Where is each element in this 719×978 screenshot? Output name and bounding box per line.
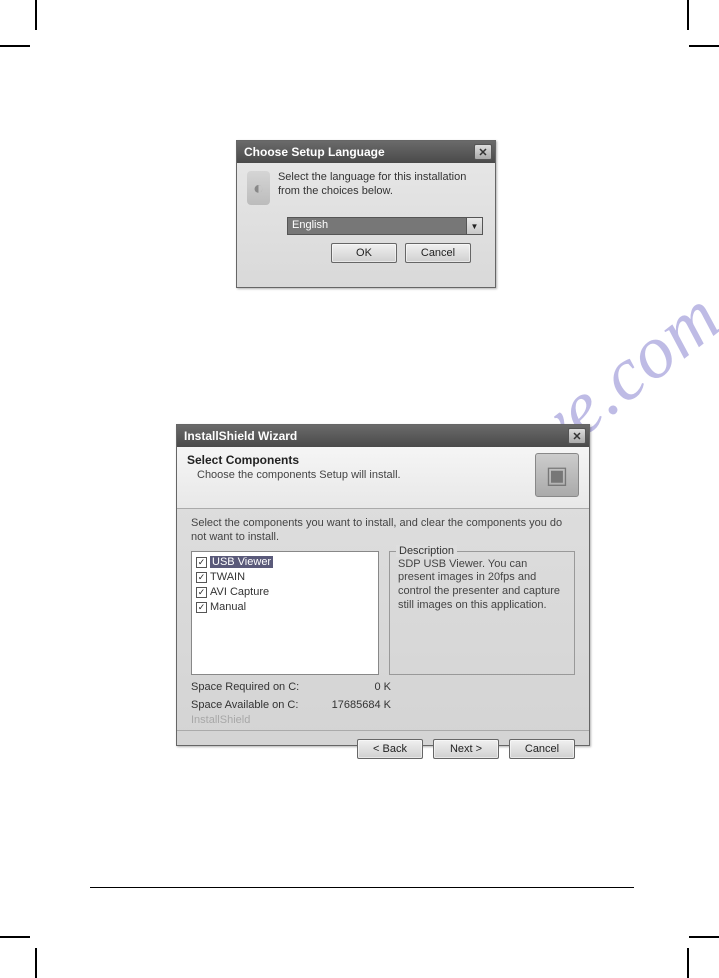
space-required-row: Space Required on C: 0 K — [191, 681, 391, 693]
crop-mark — [689, 45, 719, 47]
dialog-controls: English ▼ OK Cancel — [237, 213, 495, 271]
installer-icon: ▣ — [535, 453, 579, 497]
list-item[interactable]: ✓ AVI Capture — [196, 585, 374, 600]
checkbox-icon[interactable]: ✓ — [196, 587, 207, 598]
component-label: TWAIN — [210, 571, 245, 583]
component-label: Manual — [210, 601, 246, 613]
chevron-down-icon: ▼ — [466, 218, 482, 234]
space-available-row: Space Available on C: 17685684 K — [191, 699, 391, 711]
dialog-titlebar: Choose Setup Language ✕ — [237, 141, 495, 163]
crop-mark — [35, 948, 37, 978]
crop-mark — [689, 936, 719, 938]
list-item[interactable]: ✓ TWAIN — [196, 570, 374, 585]
component-list[interactable]: ✓ USB Viewer ✓ TWAIN ✓ AVI Capture ✓ Man… — [191, 551, 379, 675]
close-button[interactable]: ✕ — [568, 428, 586, 444]
checkbox-icon[interactable]: ✓ — [196, 572, 207, 583]
ok-button[interactable]: OK — [331, 243, 397, 263]
page-footer-rule — [90, 887, 634, 888]
wizard-instruction: Select the components you want to instal… — [191, 517, 575, 545]
wizard-body: Select the components you want to instal… — [177, 509, 589, 730]
crop-mark — [687, 0, 689, 30]
component-label: USB Viewer — [210, 556, 273, 568]
close-button[interactable]: ✕ — [474, 144, 492, 160]
installshield-brand: InstallShield — [191, 714, 575, 726]
crop-mark — [687, 948, 689, 978]
wizard-header-title: Select Components — [187, 453, 401, 467]
dialog-title: Choose Setup Language — [244, 145, 385, 159]
dialog-body: ◐ Select the language for this installat… — [237, 163, 495, 213]
checkbox-icon[interactable]: ✓ — [196, 602, 207, 613]
space-available-label: Space Available on C: — [191, 699, 298, 711]
language-dropdown[interactable]: English ▼ — [287, 217, 483, 235]
choose-language-dialog: Choose Setup Language ✕ ◐ Select the lan… — [236, 140, 496, 288]
description-legend: Description — [396, 545, 457, 557]
description-text: SDP USB Viewer. You can present images i… — [398, 558, 566, 613]
description-box: Description SDP USB Viewer. You can pres… — [389, 551, 575, 675]
back-button[interactable]: < Back — [357, 739, 423, 759]
checkbox-icon[interactable]: ✓ — [196, 557, 207, 568]
language-selected: English — [288, 218, 466, 234]
next-button[interactable]: Next > — [433, 739, 499, 759]
dialog-titlebar: InstallShield Wizard ✕ — [177, 425, 589, 447]
cancel-button[interactable]: Cancel — [405, 243, 471, 263]
wizard-header-subtitle: Choose the components Setup will install… — [197, 469, 401, 481]
component-label: AVI Capture — [210, 586, 269, 598]
cancel-button[interactable]: Cancel — [509, 739, 575, 759]
dialog-title: InstallShield Wizard — [184, 429, 297, 443]
close-icon: ✕ — [478, 146, 487, 159]
space-available-value: 17685684 K — [332, 699, 391, 711]
wizard-footer: < Back Next > Cancel — [177, 730, 589, 767]
crop-mark — [0, 45, 30, 47]
installshield-wizard-dialog: InstallShield Wizard ✕ Select Components… — [176, 424, 590, 746]
list-item[interactable]: ✓ Manual — [196, 600, 374, 615]
crop-mark — [35, 0, 37, 30]
space-required-value: 0 K — [374, 681, 391, 693]
close-icon: ✕ — [572, 430, 581, 443]
crop-mark — [0, 936, 30, 938]
space-required-label: Space Required on C: — [191, 681, 299, 693]
list-item[interactable]: ✓ USB Viewer — [196, 555, 374, 570]
wizard-header: Select Components Choose the components … — [177, 447, 589, 509]
globe-icon: ◐ — [247, 171, 270, 205]
dialog-message: Select the language for this installatio… — [278, 171, 485, 205]
